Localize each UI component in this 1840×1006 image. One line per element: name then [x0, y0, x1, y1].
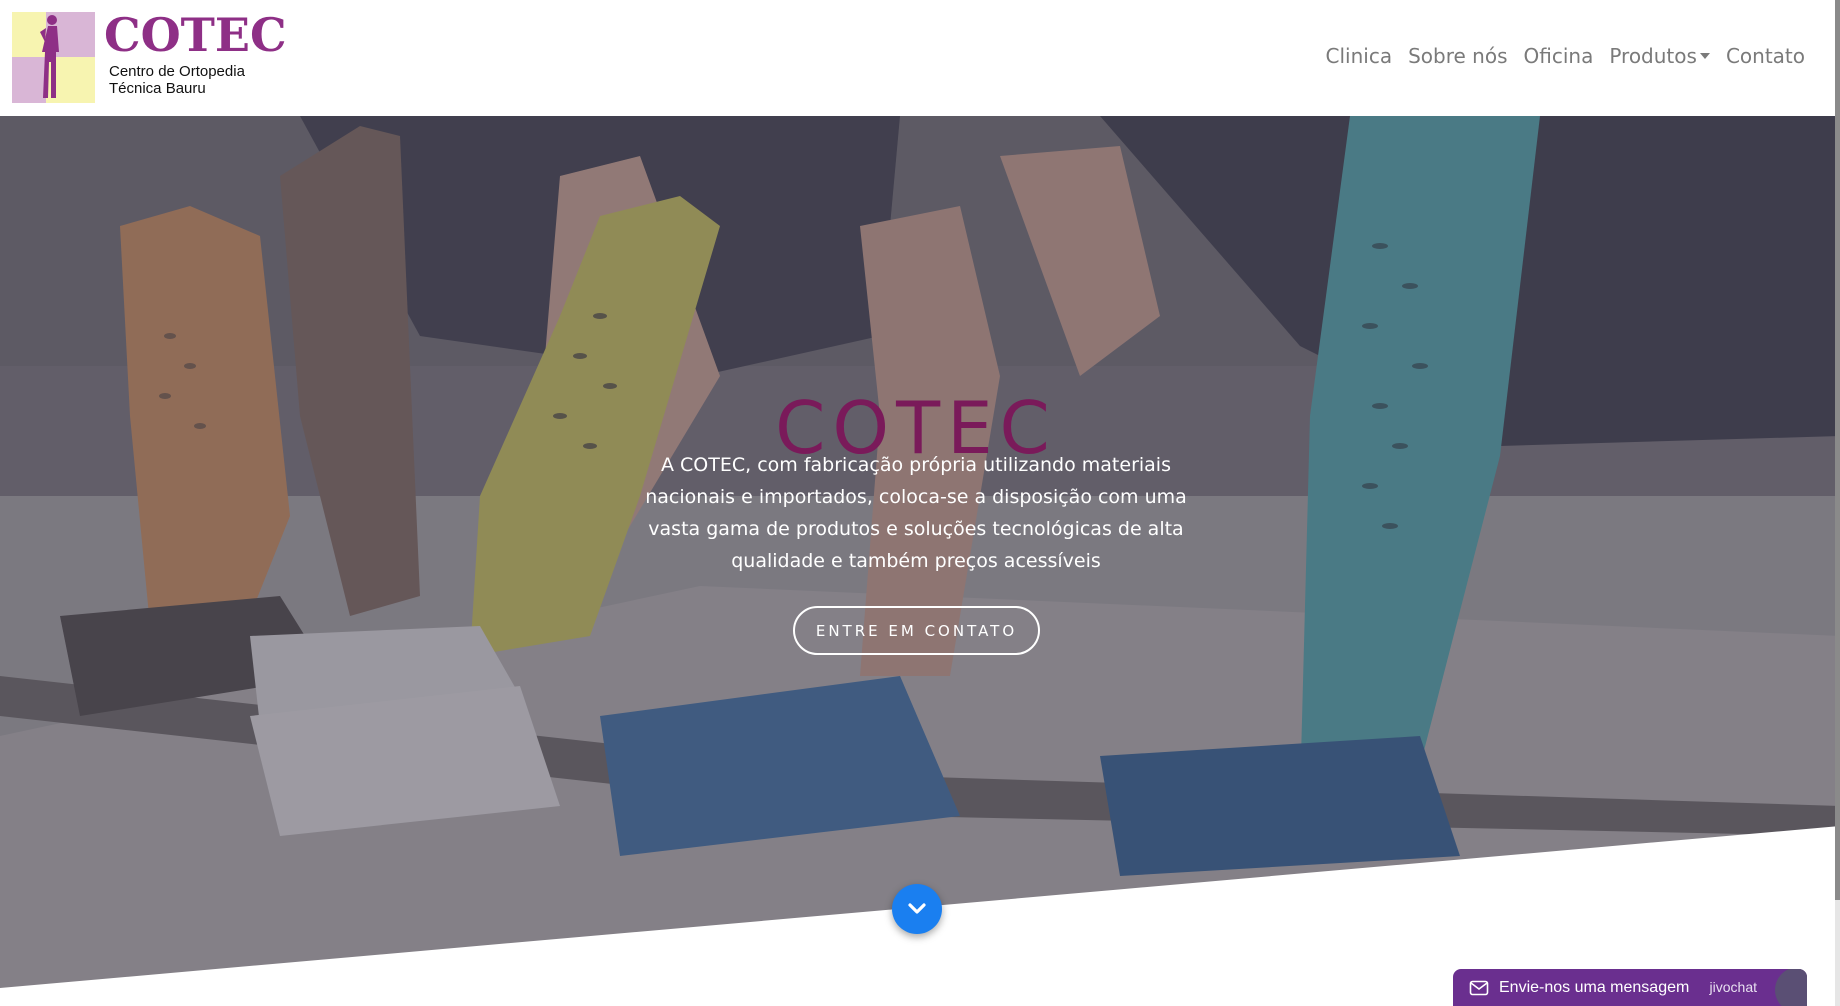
- chat-widget[interactable]: Envie-nos uma mensagem jivochat: [1453, 969, 1807, 1006]
- chat-avatar: [1775, 969, 1807, 1006]
- hero-description: A COTEC, com fabricação própria utilizan…: [645, 454, 1187, 572]
- brand-name: COTEC: [104, 8, 287, 62]
- envelope-icon: [1469, 980, 1489, 995]
- logo-mark-icon: [12, 12, 95, 103]
- nav-item-produtos-label: Produtos: [1609, 44, 1697, 68]
- nav-item-clinica[interactable]: Clinica: [1318, 44, 1401, 68]
- navbar: COTEC Centro de Ortopedia Técnica Bauru …: [0, 0, 1840, 116]
- brand-subtitle: Centro de Ortopedia Técnica Bauru: [109, 63, 269, 97]
- brand-subtitle-line1: Centro de Ortopedia: [109, 63, 245, 80]
- chevron-down-icon: [908, 903, 926, 914]
- page-scrollbar[interactable]: [1835, 0, 1840, 1006]
- nav-item-contato[interactable]: Contato: [1718, 44, 1813, 68]
- chat-label: Envie-nos uma mensagem: [1499, 978, 1690, 996]
- nav-item-sobre-nos[interactable]: Sobre nós: [1400, 44, 1515, 68]
- scroll-down-button[interactable]: [892, 884, 942, 934]
- chat-brand: jivochat: [1709, 979, 1757, 995]
- nav-item-oficina[interactable]: Oficina: [1516, 44, 1602, 68]
- hero-section: COTEC A COTEC, com fabricação própria ut…: [0, 116, 1840, 1006]
- brand-logo[interactable]: COTEC Centro de Ortopedia Técnica Bauru: [12, 8, 287, 104]
- contact-cta-button[interactable]: ENTRE EM CONTATO: [793, 606, 1040, 655]
- main-nav: Clinica Sobre nós Oficina Produtos Conta…: [1318, 44, 1813, 68]
- scrollbar-thumb[interactable]: [1835, 0, 1840, 900]
- brand-subtitle-line2: Técnica Bauru: [109, 80, 206, 97]
- caret-down-icon: [1699, 53, 1710, 59]
- nav-item-produtos[interactable]: Produtos: [1601, 44, 1718, 68]
